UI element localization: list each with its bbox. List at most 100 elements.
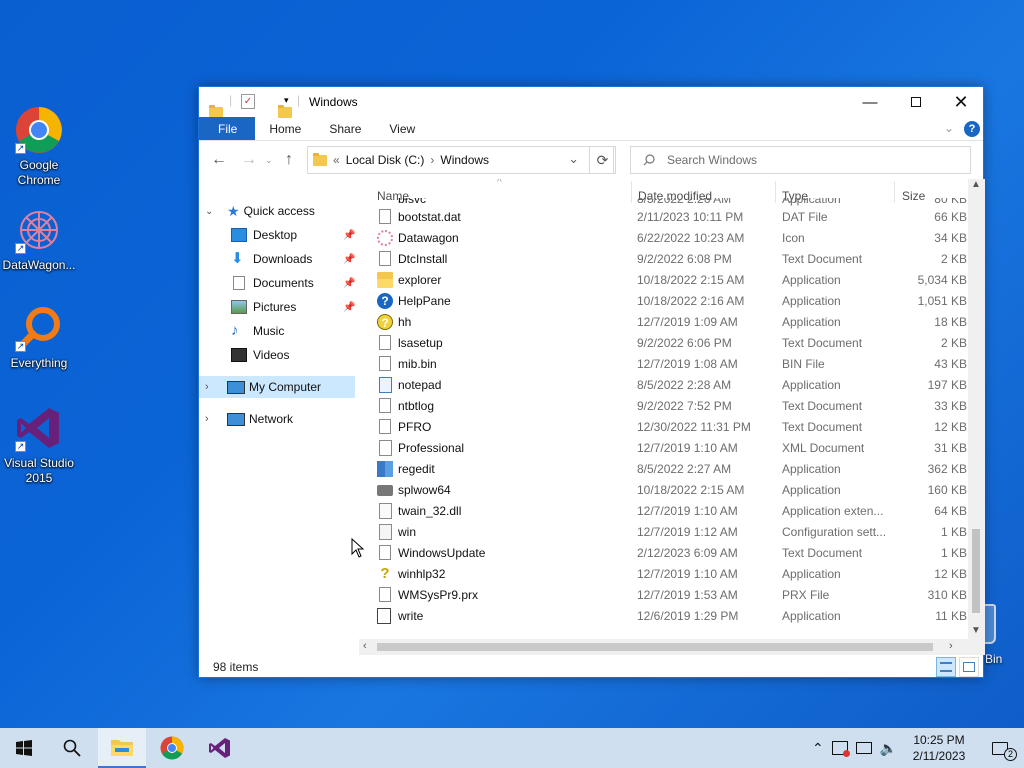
action-center-button[interactable]: 2	[976, 728, 1024, 768]
nav-pictures[interactable]: Pictures 📌	[231, 296, 355, 318]
chevron-down-icon[interactable]: ⌄	[205, 206, 219, 217]
taskbar: ⌃ 🔈 10:25 PM 2/11/2023 2	[0, 728, 1024, 768]
file-type: Configuration sett...	[782, 525, 887, 539]
table-row[interactable]: ? hh 12/7/2019 1:09 AM Application 18 KB	[359, 312, 969, 333]
scroll-right-icon[interactable]: ›	[949, 640, 953, 652]
scroll-up-icon[interactable]: ▲	[971, 179, 981, 190]
breadcrumb-local-disk[interactable]: Local Disk (C:)	[346, 153, 425, 167]
tab-share[interactable]: Share	[315, 117, 375, 140]
taskbar-clock[interactable]: 10:25 PM 2/11/2023	[904, 732, 974, 764]
nav-label: Pictures	[253, 300, 297, 314]
table-row[interactable]: win 12/7/2019 1:12 AM Configuration sett..…	[359, 522, 969, 543]
table-row[interactable]: Datawagon 6/22/2022 10:23 AM Icon 34 KB	[359, 228, 969, 249]
start-button[interactable]	[0, 728, 48, 768]
datawagon-file-icon	[377, 230, 393, 246]
tab-file[interactable]: File	[199, 117, 256, 140]
address-overflow[interactable]: «	[333, 153, 340, 167]
properties-icon[interactable]: ✓	[241, 94, 255, 109]
file-date: 10/18/2022 2:15 AM	[637, 483, 745, 497]
title-bar[interactable]: | ✓ ▾ | Windows — ✕	[199, 87, 984, 118]
recent-dropdown-icon[interactable]: ⌄	[265, 155, 273, 166]
horizontal-scroll-thumb[interactable]	[377, 643, 933, 651]
file-type: PRX File	[782, 588, 830, 602]
refresh-button[interactable]: ⟳	[589, 146, 616, 174]
table-row[interactable]: splwow64 10/18/2022 2:15 AM Application 160…	[359, 480, 969, 501]
dll-file-icon	[379, 503, 392, 519]
table-row[interactable]: regedit 8/5/2022 2:27 AM Application 362 KB	[359, 459, 969, 480]
quick-access-dropdown-icon[interactable]: ▾	[284, 95, 289, 106]
table-row[interactable]: Professional 12/7/2019 1:10 AM XML Documen…	[359, 438, 969, 459]
desktop-icon-everything[interactable]: ↗ Everything	[0, 304, 78, 371]
file-name: write	[398, 609, 424, 623]
file-size: 31 KB	[934, 441, 967, 455]
nav-documents[interactable]: Documents 📌	[231, 272, 355, 294]
help-icon[interactable]: ?	[964, 121, 980, 137]
address-dropdown-icon[interactable]: ⌄	[568, 151, 579, 167]
nav-videos[interactable]: Videos	[231, 344, 289, 366]
table-row[interactable]: notepad 8/5/2022 2:28 AM Application 197 KB	[359, 375, 969, 396]
nav-quick-access[interactable]: ⌄ ★ Quick access	[199, 200, 315, 222]
search-button[interactable]	[48, 728, 96, 768]
scroll-left-icon[interactable]: ‹	[363, 640, 367, 652]
new-folder-icon[interactable]	[278, 104, 292, 118]
taskbar-chrome[interactable]	[148, 728, 196, 768]
chevron-right-icon[interactable]: ›	[205, 413, 219, 425]
taskbar-visual-studio[interactable]	[196, 728, 244, 768]
file-size: 33 KB	[934, 399, 967, 413]
desktop-icon-visual-studio[interactable]: ↗ Visual Studio 2015	[0, 404, 78, 486]
table-row[interactable]: bootstat.dat 2/11/2023 10:11 PM DAT File 66…	[359, 207, 969, 228]
horizontal-scrollbar[interactable]: ‹ ›	[359, 639, 985, 655]
nav-label: Music	[253, 324, 285, 338]
nav-music[interactable]: ♪ Music	[231, 320, 284, 342]
tab-view[interactable]: View	[375, 117, 429, 140]
table-row[interactable]: WindowsUpdate 2/12/2023 6:09 AM Text Docum…	[359, 543, 969, 564]
details-view-button[interactable]	[936, 657, 956, 677]
breadcrumb-windows[interactable]: Windows	[440, 153, 489, 167]
separator: |	[229, 93, 233, 107]
tab-home[interactable]: Home	[255, 117, 315, 140]
back-arrow-icon[interactable]: ←	[211, 151, 227, 169]
file-name: twain_32.dll	[398, 504, 462, 518]
vertical-scroll-thumb[interactable]	[972, 529, 980, 613]
up-arrow-icon[interactable]: ↑	[285, 151, 293, 169]
vertical-scrollbar[interactable]: ▲ ▼	[968, 179, 985, 639]
table-row[interactable]: twain_32.dll 12/7/2019 1:10 AM Application…	[359, 501, 969, 522]
volume-icon[interactable]: 🔈	[880, 740, 897, 757]
network-icon[interactable]	[855, 742, 872, 754]
nav-my-computer[interactable]: › My Computer	[199, 376, 355, 398]
table-row[interactable]: mib.bin 12/7/2019 1:08 AM BIN File 43 KB	[359, 354, 969, 375]
close-button[interactable]: ✕	[938, 87, 984, 117]
table-row[interactable]: write 12/6/2019 1:29 PM Application 11 KB	[359, 606, 969, 627]
table-row-partial[interactable]: bfsvc 8/5/2022 2:26 AM Application 80 KB	[359, 198, 969, 207]
file-name: Professional	[398, 441, 465, 455]
table-row[interactable]: explorer 10/18/2022 2:15 AM Application 5,0…	[359, 270, 969, 291]
table-row[interactable]: ? winhlp32 12/7/2019 1:10 AM Application 12 …	[359, 564, 969, 585]
mouse-cursor-icon	[351, 538, 365, 558]
winhlp-file-icon: ?	[380, 565, 390, 582]
large-icons-view-button[interactable]	[959, 657, 979, 677]
search-input[interactable]: Search Windows	[630, 146, 971, 174]
table-row[interactable]: lsasetup 9/2/2022 6:06 PM Text Document 2 K…	[359, 333, 969, 354]
nav-downloads[interactable]: ⬇ Downloads 📌	[231, 248, 355, 270]
table-row[interactable]: DtcInstall 9/2/2022 6:08 PM Text Document 2…	[359, 249, 969, 270]
security-warning-icon[interactable]	[831, 741, 850, 757]
file-size: 2 KB	[940, 336, 967, 350]
scroll-down-icon[interactable]: ▼	[971, 625, 981, 636]
taskbar-file-explorer[interactable]	[98, 728, 146, 768]
maximize-button[interactable]	[893, 87, 939, 117]
table-row[interactable]: WMSysPr9.prx 12/7/2019 1:53 AM PRX File 310…	[359, 585, 969, 606]
desktop-icon-chrome[interactable]: ↗ Google Chrome	[0, 106, 78, 188]
address-bar[interactable]: « Local Disk (C:) › Windows ⌄	[307, 146, 614, 174]
minimize-button[interactable]: —	[847, 87, 893, 117]
desktop-icon-datawagon[interactable]: ↗ DataWagon...	[0, 206, 78, 273]
expand-ribbon-icon[interactable]: ⌄	[944, 121, 954, 135]
table-row[interactable]: ? HelpPane 10/18/2022 2:16 AM Application 1,…	[359, 291, 969, 312]
nav-desktop[interactable]: Desktop 📌	[231, 224, 355, 246]
table-row[interactable]: PFRO 12/30/2022 11:31 PM Text Document 12 K…	[359, 417, 969, 438]
file-date: 10/18/2022 2:15 AM	[637, 273, 745, 287]
forward-arrow-icon[interactable]: →	[241, 151, 257, 169]
table-row[interactable]: ntbtlog 9/2/2022 7:52 PM Text Document 33 K…	[359, 396, 969, 417]
nav-network[interactable]: › Network	[199, 408, 293, 430]
show-hidden-icons-chevron-up-icon[interactable]: ⌃	[812, 740, 824, 757]
chevron-right-icon[interactable]: ›	[205, 381, 219, 393]
